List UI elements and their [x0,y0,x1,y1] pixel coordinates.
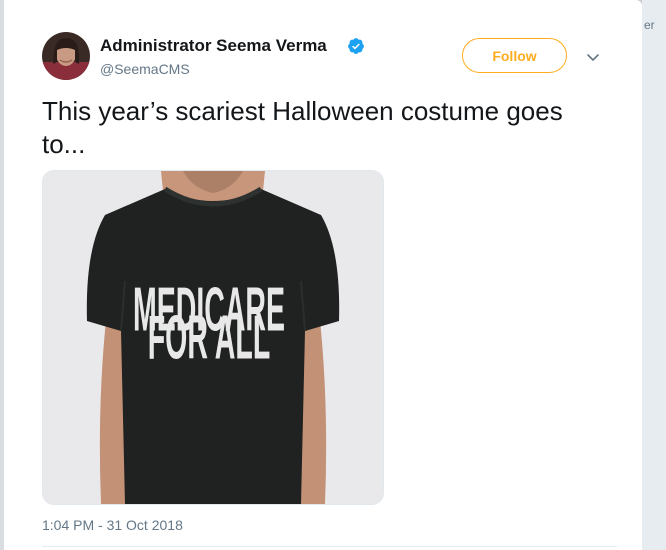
tweet-timestamp[interactable]: 1:04 PM - 31 Oct 2018 [42,517,183,533]
author-handle[interactable]: @SeemaCMS [100,61,190,77]
tweet-media-image[interactable]: MEDICARE FOR ALL [42,170,384,505]
avatar[interactable] [42,32,90,80]
tweet-text: This year’s scariest Halloween costume g… [42,96,563,159]
divider [42,546,617,547]
shirt-print-line2: FOR ALL [148,303,270,372]
verified-badge-icon [347,37,365,55]
background-page: er [642,0,666,550]
chevron-down-icon[interactable] [584,48,602,66]
author-name[interactable]: Administrator Seema Verma [100,36,327,56]
tweet-card: Administrator Seema Verma @SeemaCMS Foll… [4,0,642,550]
follow-button[interactable]: Follow [462,38,567,73]
background-text-fragment: er [644,18,655,32]
